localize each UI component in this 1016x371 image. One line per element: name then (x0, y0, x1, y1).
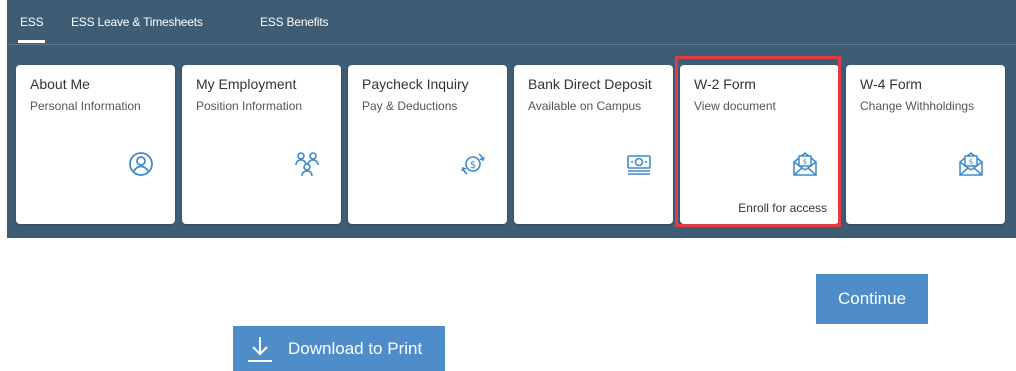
tile-title: W-4 Form (860, 76, 922, 92)
tile-bank-direct-deposit[interactable]: Bank Direct Deposit Available on Campus (514, 65, 673, 224)
tile-title: My Employment (196, 76, 297, 92)
tile-w4-form[interactable]: W-4 Form Change Withholdings $ (846, 65, 1005, 224)
money-exchange-icon: $ (459, 150, 487, 178)
download-to-print-button[interactable]: Download to Print (233, 326, 445, 371)
svg-text:$: $ (470, 160, 476, 171)
tile-title: Paycheck Inquiry (362, 76, 469, 92)
download-button-label: Download to Print (288, 338, 423, 358)
envelope-document-icon: $ (791, 150, 819, 178)
person-circle-icon (127, 150, 155, 178)
tile-title: Bank Direct Deposit (528, 76, 652, 92)
svg-text:$: $ (803, 158, 807, 166)
tile-subtitle: View document (694, 99, 776, 113)
envelope-document-icon: $ (957, 150, 985, 178)
tile-footer: Enroll for access (738, 201, 827, 215)
tile-my-employment[interactable]: My Employment Position Information (182, 65, 341, 224)
continue-button[interactable]: Continue (816, 274, 928, 324)
continue-button-label: Continue (837, 289, 907, 308)
tab-bar: ESS ESS Leave & Timesheets ESS Benefits (7, 0, 1016, 45)
tile-subtitle: Available on Campus (528, 99, 642, 113)
tile-subtitle: Change Withholdings (860, 99, 975, 113)
tile-subtitle: Pay & Deductions (362, 99, 458, 113)
tab-ess[interactable]: ESS (17, 15, 46, 43)
svg-text:$: $ (969, 158, 973, 166)
tile-w2-form[interactable]: W-2 Form View document $ Enroll for acce… (680, 65, 839, 224)
tile-subtitle: Personal Information (30, 99, 141, 113)
tab-ess-leave-timesheets[interactable]: ESS Leave & Timesheets (71, 15, 203, 29)
banknote-icon (625, 150, 653, 178)
download-icon (245, 334, 275, 364)
tile-title: About Me (30, 76, 90, 92)
tile-title: W-2 Form (694, 76, 756, 92)
tile-paycheck-inquiry[interactable]: Paycheck Inquiry Pay & Deductions $ (348, 65, 507, 224)
group-people-icon (293, 150, 321, 178)
tile-about-me[interactable]: About Me Personal Information (16, 65, 175, 224)
tab-ess-benefits[interactable]: ESS Benefits (260, 15, 329, 29)
tile-subtitle: Position Information (196, 99, 303, 113)
